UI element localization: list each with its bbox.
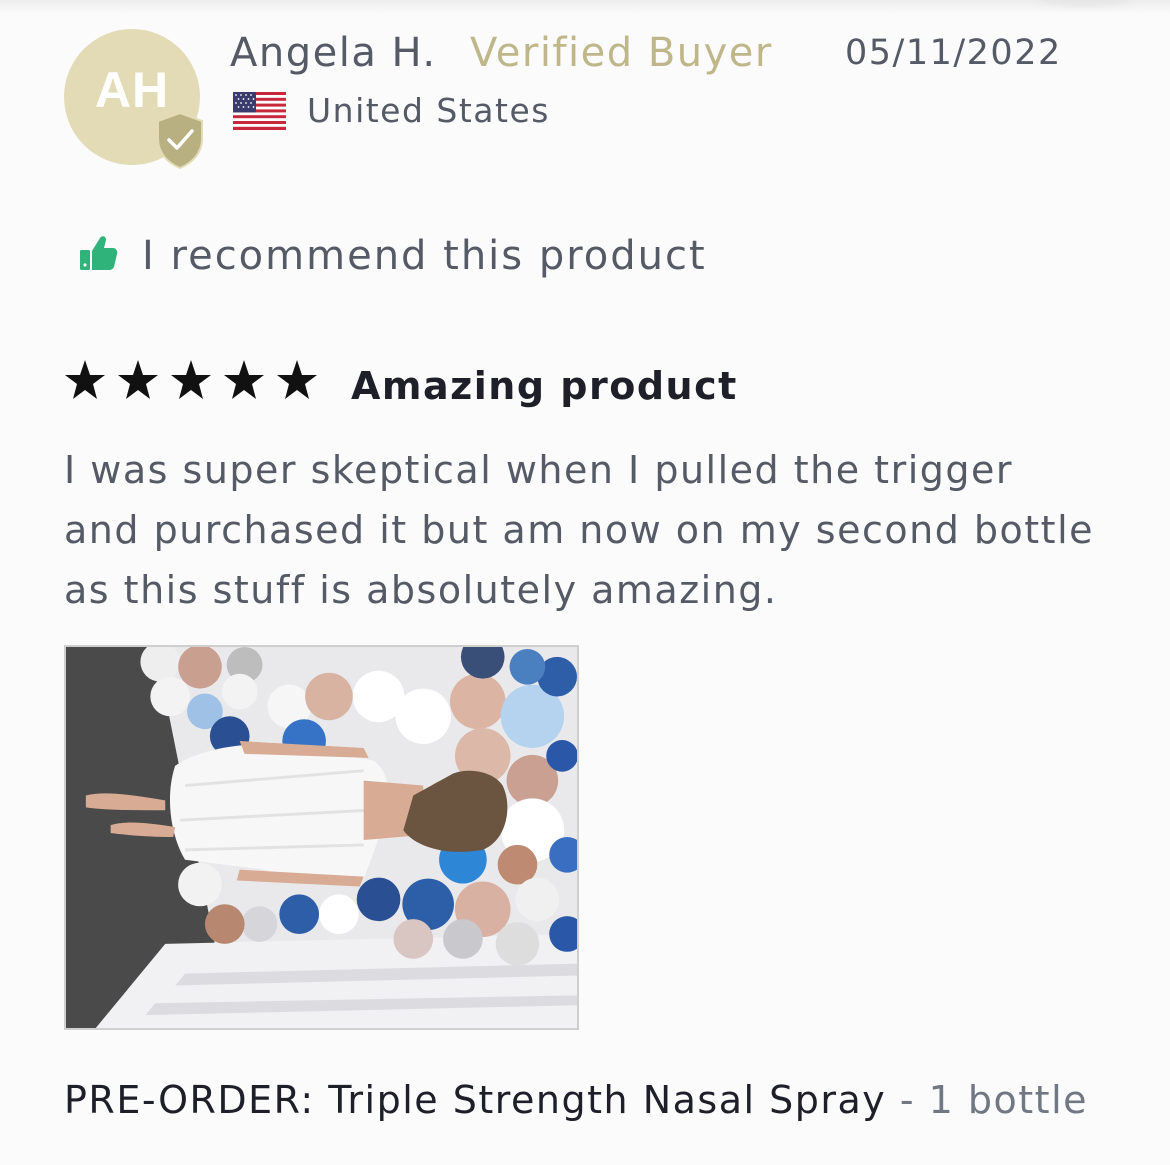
reviewer-name: Angela H.: [230, 30, 437, 76]
top-shadow: [0, 0, 1170, 14]
star-rating: [64, 359, 329, 403]
verified-shield-icon: [157, 111, 203, 169]
product-info: PRE-ORDER: Triple Strength Nasal Spray -…: [64, 1078, 1088, 1122]
product-name[interactable]: PRE-ORDER: Triple Strength Nasal Spray: [64, 1078, 886, 1122]
star-icon: [171, 360, 211, 399]
star-icon: [65, 360, 105, 399]
star-icon: [224, 360, 264, 399]
star-icon: [118, 360, 158, 399]
reviewer-country: United States: [307, 91, 550, 130]
avatar: AH: [64, 29, 203, 169]
verified-buyer-badge: Verified Buyer: [470, 30, 773, 76]
thumbs-up-icon: [80, 236, 118, 270]
review-body: I was super skeptical when I pulled the …: [64, 448, 1094, 612]
product-variant: - 1 bottle: [886, 1078, 1089, 1122]
review-photo[interactable]: [64, 645, 579, 1030]
star-icon: [277, 360, 317, 399]
review-title: Amazing product: [351, 364, 738, 408]
recommend-text: I recommend this product: [142, 233, 707, 279]
review-date: 05/11/2022: [845, 33, 1062, 73]
review-photo-image: [66, 647, 577, 1028]
us-flag-icon: [233, 92, 286, 130]
